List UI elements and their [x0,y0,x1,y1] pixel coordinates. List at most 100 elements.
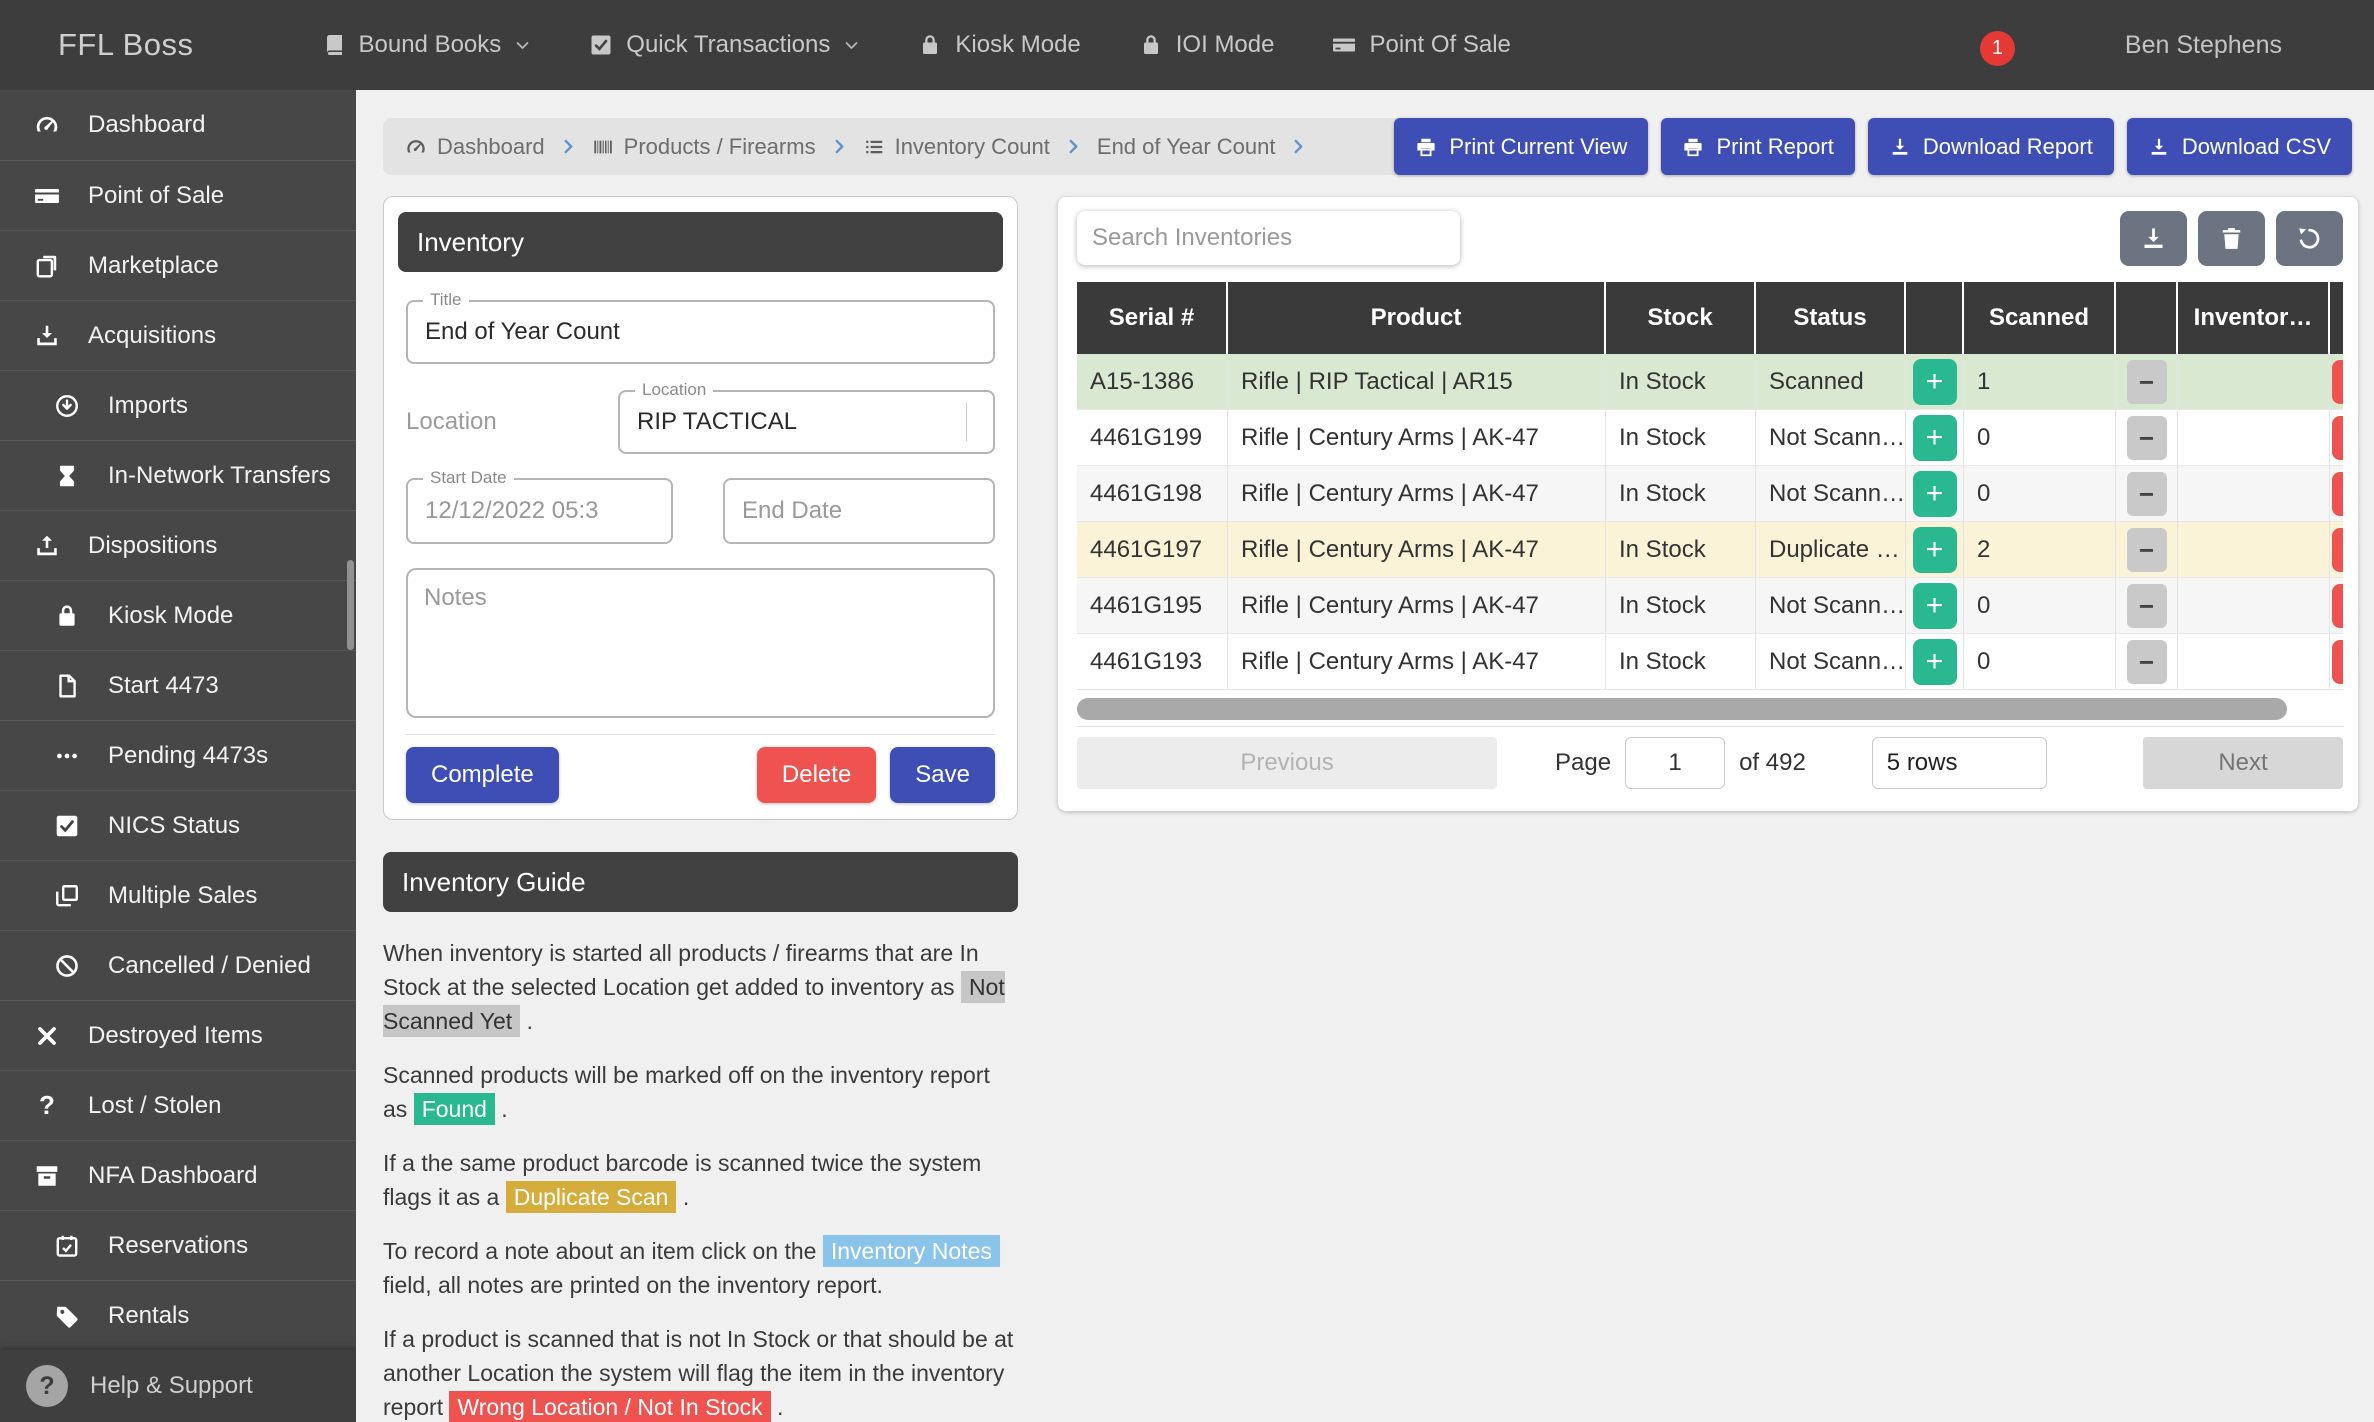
sidebar-item-destroyed-items[interactable]: Destroyed Items [0,1000,356,1070]
sidebar-item-marketplace[interactable]: Marketplace [0,230,356,300]
navbar-item-bound-books[interactable]: Bound Books [322,31,532,59]
location-select[interactable]: Location RIP TACTICAL [618,390,995,454]
print-report-button[interactable]: Print Report [1661,118,1854,175]
previous-page-button[interactable]: Previous [1077,737,1497,789]
sidebar-item-point-of-sale[interactable]: Point of Sale [0,160,356,230]
sidebar-item-imports[interactable]: Imports [0,370,356,440]
row-flag-button[interactable] [2332,360,2343,404]
breadcrumb-item-products-firearms[interactable]: Products / Firearms [592,134,816,160]
start-date-input[interactable] [408,497,657,525]
trash-icon [2218,225,2245,252]
decrement-scan-button[interactable]: − [2127,528,2167,572]
decrement-scan-button[interactable]: − [2127,416,2167,460]
print-current-view-button[interactable]: Print Current View [1394,118,1648,175]
inventory-notes-cell[interactable] [2178,466,2330,521]
sidebar-item-nfa-dashboard[interactable]: NFA Dashboard [0,1140,356,1210]
sidebar-item-acquisitions[interactable]: Acquisitions [0,300,356,370]
guide-badge-blue: Inventory Notes [823,1235,1000,1267]
breadcrumb-item-end-of-year-count[interactable]: End of Year Count [1097,134,1276,160]
column-header-status[interactable]: Status [1756,282,1906,354]
lock-icon [918,33,942,57]
navbar-item-label: Quick Transactions [626,31,830,59]
inventory-notes-cell[interactable] [2178,578,2330,633]
tray-up-icon [30,533,64,559]
stock-cell: In Stock [1606,410,1756,465]
sidebar-item-in-network-transfers[interactable]: In-Network Transfers [0,440,356,510]
column-header-scanned[interactable]: Scanned [1964,282,2116,354]
sidebar-item-reservations[interactable]: Reservations [0,1210,356,1280]
column-header-spacer [2116,282,2178,354]
product-cell: Rifle | Century Arms | AK-47 [1228,522,1606,577]
row-flag-button[interactable] [2332,584,2343,628]
gauge-icon [30,112,64,138]
delete-button[interactable]: Delete [757,747,876,803]
next-page-button[interactable]: Next [2143,737,2343,789]
column-header-inventor-[interactable]: Inventor… [2178,282,2330,354]
sidebar-item-rentals[interactable]: Rentals [0,1280,356,1350]
download-report-button[interactable]: Download Report [1868,118,2114,175]
end-date-input[interactable] [725,497,979,525]
increment-cell: + [1906,578,1964,633]
serial-cell: 4461G195 [1077,578,1228,633]
inventory-notes-cell[interactable] [2178,634,2330,689]
stock-cell: In Stock [1606,466,1756,521]
sidebar-item-dispositions[interactable]: Dispositions [0,510,356,580]
start-date-field[interactable]: Start Date [406,478,673,544]
sidebar-item-dashboard[interactable]: Dashboard [0,90,356,160]
inventory-notes-cell[interactable] [2178,410,2330,465]
decrement-scan-button[interactable]: − [2127,584,2167,628]
search-field[interactable] [1077,211,1460,265]
notes-textarea[interactable] [406,568,995,718]
increment-scan-button[interactable]: + [1913,359,1957,405]
increment-scan-button[interactable]: + [1913,583,1957,629]
increment-scan-button[interactable]: + [1913,639,1957,685]
title-input[interactable] [408,318,993,346]
navbar-item-quick-transactions[interactable]: Quick Transactions [589,31,860,59]
sidebar-item-lost-stolen[interactable]: ?Lost / Stolen [0,1070,356,1140]
page-number-input[interactable] [1625,737,1725,789]
sidebar-scrollbar[interactable] [347,560,354,650]
row-flag-button[interactable] [2332,416,2343,460]
download-button[interactable] [2120,211,2187,266]
search-input[interactable] [1092,224,1445,252]
gauge-icon [405,136,427,158]
save-button[interactable]: Save [890,747,995,803]
decrement-scan-button[interactable]: − [2127,640,2167,684]
decrement-scan-button[interactable]: − [2127,472,2167,516]
decrement-scan-button[interactable]: − [2127,360,2167,404]
rows-per-page-select[interactable]: 5 rows [1872,737,2047,789]
column-header-stock[interactable]: Stock [1606,282,1756,354]
breadcrumb-item-dashboard[interactable]: Dashboard [405,134,545,160]
column-header-serial-[interactable]: Serial # [1077,282,1228,354]
end-date-field[interactable] [723,478,995,544]
row-flag-button[interactable] [2332,528,2343,572]
sidebar-item-kiosk-mode[interactable]: Kiosk Mode [0,580,356,650]
complete-button[interactable]: Complete [406,747,559,803]
sidebar-item-help-support[interactable]: ? Help & Support [0,1350,356,1422]
increment-scan-button[interactable]: + [1913,527,1957,573]
sidebar-item-start-4473[interactable]: Start 4473 [0,650,356,720]
sidebar-item-pending-4473s[interactable]: Pending 4473s [0,720,356,790]
refresh-button[interactable] [2276,211,2343,266]
delete-button[interactable] [2198,211,2265,266]
top-navbar: FFL Boss Bound BooksQuick TransactionsKi… [0,0,2374,90]
breadcrumb-item-inventory-count[interactable]: Inventory Count [863,134,1050,160]
download-csv-button[interactable]: Download CSV [2127,118,2352,175]
increment-scan-button[interactable]: + [1913,471,1957,517]
navbar-item-point-of-sale[interactable]: Point Of Sale [1332,31,1510,59]
row-flag-button[interactable] [2332,640,2343,684]
inventory-notes-cell[interactable] [2178,522,2330,577]
row-flag-button[interactable] [2332,472,2343,516]
column-header-product[interactable]: Product [1228,282,1606,354]
sidebar-item-nics-status[interactable]: NICS Status [0,790,356,860]
row-flag-cell [2330,522,2343,577]
sidebar-item-multiple-sales[interactable]: Multiple Sales [0,860,356,930]
navbar-item-ioi-mode[interactable]: IOI Mode [1139,31,1275,59]
horizontal-scrollbar-thumb[interactable] [1077,698,2287,720]
increment-scan-button[interactable]: + [1913,415,1957,461]
navbar-item-kiosk-mode[interactable]: Kiosk Mode [918,31,1080,59]
sidebar-item-cancelled-denied[interactable]: Cancelled / Denied [0,930,356,1000]
user-menu[interactable]: Ben Stephens [2113,31,2294,60]
inventory-notes-cell[interactable] [2178,354,2330,409]
title-field[interactable]: Title [406,300,995,364]
